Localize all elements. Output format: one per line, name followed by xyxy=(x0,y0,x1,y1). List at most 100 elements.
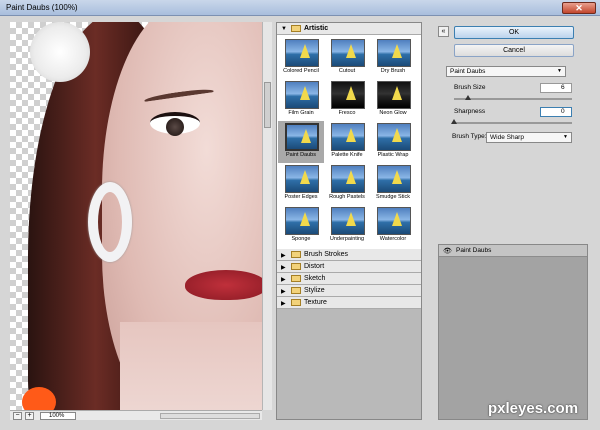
zoom-out-button[interactable]: − xyxy=(13,412,22,420)
filter-thumb-label: Sponge xyxy=(291,236,311,242)
preview-nails xyxy=(22,387,56,410)
filter-thumb-label: Underpainting xyxy=(329,236,365,242)
folder-icon xyxy=(291,287,301,294)
effect-layer-label: Paint Daubs xyxy=(456,247,492,254)
filter-thumb[interactable]: Palette Knife xyxy=(324,121,370,163)
filter-thumb[interactable]: Plastic Wrap xyxy=(370,121,416,163)
filter-thumb[interactable]: Colored Pencil xyxy=(278,37,324,79)
filter-thumb-image xyxy=(377,39,411,67)
filter-thumb-image xyxy=(377,123,411,151)
filter-thumb-image xyxy=(331,207,365,235)
category-label: Distort xyxy=(304,263,325,270)
filter-select[interactable]: Paint Daubs ▼ xyxy=(446,66,566,77)
filter-thumb[interactable]: Underpainting xyxy=(324,205,370,247)
filter-thumb-image xyxy=(285,207,319,235)
filter-thumb-label: Fresco xyxy=(338,110,356,116)
filter-thumb-label: Palette Knife xyxy=(331,152,363,158)
preview-neck xyxy=(120,322,262,410)
thumbnail-grid: Colored Pencil Cutout Dry Brush Film Grain F… xyxy=(277,35,421,249)
category-sketch[interactable]: ▶ Sketch xyxy=(277,273,421,285)
filter-thumb-image xyxy=(331,165,365,193)
filter-thumb[interactable]: Cutout xyxy=(324,37,370,79)
filter-thumb[interactable]: Sponge xyxy=(278,205,324,247)
brush-type-label: Brush Type: xyxy=(452,133,487,140)
filter-thumb-label: Film Grain xyxy=(288,110,314,116)
expand-arrow-icon: ▶ xyxy=(281,301,286,307)
expand-arrow-icon: ▶ xyxy=(281,289,286,295)
close-button[interactable]: ✕ xyxy=(562,2,596,14)
scroll-thumb[interactable] xyxy=(264,82,271,128)
filter-thumb-image xyxy=(377,165,411,193)
expand-arrow-icon: ▼ xyxy=(281,26,287,32)
filter-thumb-label: Plastic Wrap xyxy=(377,152,409,158)
filter-thumb[interactable]: Neon Glow xyxy=(370,79,416,121)
expand-arrow-icon: ▶ xyxy=(281,277,286,283)
category-label: Artistic xyxy=(304,25,329,32)
filter-thumb[interactable]: Smudge Stick xyxy=(370,163,416,205)
expand-arrow-icon: ▶ xyxy=(281,253,286,259)
eye-icon[interactable]: 👁 xyxy=(443,247,452,255)
category-distort[interactable]: ▶ Distort xyxy=(277,261,421,273)
preview-earring xyxy=(88,182,132,262)
brush-size-input[interactable]: 6 xyxy=(540,83,572,93)
filter-thumb-image xyxy=(285,123,319,151)
folder-icon xyxy=(291,25,301,32)
category-artistic[interactable]: ▼ Artistic xyxy=(277,23,421,35)
filter-thumb-image xyxy=(377,207,411,235)
sharpness-slider[interactable] xyxy=(451,119,572,124)
title-bar: Paint Daubs (100%) ✕ xyxy=(0,0,600,16)
sharpness-knob[interactable] xyxy=(451,119,457,124)
zoom-in-button[interactable]: + xyxy=(25,412,34,420)
effect-layer-row[interactable]: 👁 Paint Daubs xyxy=(439,245,587,257)
filter-thumb-label: Neon Glow xyxy=(379,110,407,116)
category-label: Stylize xyxy=(304,287,325,294)
sharpness-input[interactable]: 0 xyxy=(540,107,572,117)
preview-eye xyxy=(150,112,200,136)
preview-vertical-scrollbar[interactable] xyxy=(262,22,272,410)
filter-thumb[interactable]: Fresco xyxy=(324,79,370,121)
filter-thumb-image xyxy=(285,165,319,193)
filter-thumb-label: Dry Brush xyxy=(380,68,406,74)
filter-thumb[interactable]: Film Grain xyxy=(278,79,324,121)
cancel-button[interactable]: Cancel xyxy=(454,44,574,57)
collapse-gallery-button[interactable]: « xyxy=(438,26,449,37)
preview-lips xyxy=(185,270,262,300)
chevron-down-icon: ▼ xyxy=(563,134,568,140)
zoom-level-select[interactable]: 100% xyxy=(40,412,76,420)
preview-horizontal-scrollbar[interactable] xyxy=(160,413,260,419)
folder-icon xyxy=(291,299,301,306)
category-texture[interactable]: ▶ Texture xyxy=(277,297,421,309)
folder-icon xyxy=(291,251,301,258)
filter-thumb[interactable]: Rough Pastels xyxy=(324,163,370,205)
filter-thumb-image xyxy=(285,39,319,67)
filter-thumb[interactable]: Watercolor xyxy=(370,205,416,247)
filter-thumb[interactable]: Dry Brush xyxy=(370,37,416,79)
settings-panel: « OK Cancel Paint Daubs ▼ Brush Size 6 S… xyxy=(438,22,590,420)
category-label: Texture xyxy=(304,299,327,306)
brush-size-slider[interactable] xyxy=(454,95,572,100)
category-brush-strokes[interactable]: ▶ Brush Strokes xyxy=(277,249,421,261)
category-stylize[interactable]: ▶ Stylize xyxy=(277,285,421,297)
chevron-down-icon: ▼ xyxy=(557,68,562,74)
filter-thumb[interactable]: Poster Edges xyxy=(278,163,324,205)
filter-thumb-image xyxy=(331,81,365,109)
preview-status-bar: − + 100% xyxy=(10,410,262,420)
brush-type-value: Wide Sharp xyxy=(490,134,524,141)
filter-thumb-label: Cutout xyxy=(338,68,356,74)
brush-type-select[interactable]: Wide Sharp ▼ xyxy=(486,132,572,143)
category-list: ▶ Brush Strokes ▶ Distort ▶ Sketch ▶ Stylize ▶ Te… xyxy=(277,249,421,309)
folder-icon xyxy=(291,275,301,282)
ok-button[interactable]: OK xyxy=(454,26,574,39)
sharpness-label: Sharpness xyxy=(454,108,486,115)
expand-arrow-icon: ▶ xyxy=(281,265,286,271)
filter-thumb[interactable]: Paint Daubs xyxy=(278,121,324,163)
folder-icon xyxy=(291,263,301,270)
brush-size-knob[interactable] xyxy=(465,95,472,100)
filter-thumb-label: Smudge Stick xyxy=(376,194,410,200)
category-label: Sketch xyxy=(304,275,326,282)
preview-canvas[interactable] xyxy=(10,22,262,410)
filter-gallery: ▼ Artistic Colored Pencil Cutout Dry Brush… xyxy=(276,22,422,420)
filter-select-value: Paint Daubs xyxy=(450,68,486,75)
filter-thumb-label: Rough Pastels xyxy=(329,194,365,200)
brush-size-label: Brush Size xyxy=(454,84,486,91)
